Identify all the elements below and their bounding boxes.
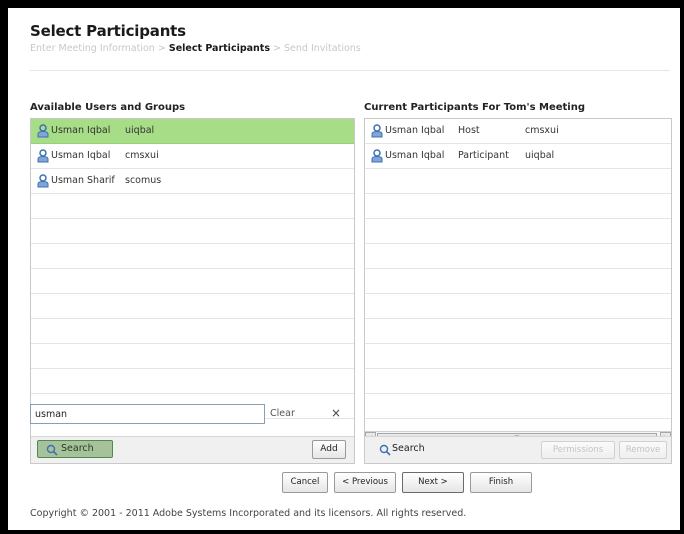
list-empty-row — [365, 169, 671, 194]
available-user-row[interactable]: Usman Iqbal uiqbal — [31, 119, 354, 144]
add-button[interactable]: Add — [312, 440, 346, 459]
user-name: Usman Iqbal — [51, 125, 111, 136]
user-icon — [37, 149, 49, 163]
clear-link[interactable]: Clear — [270, 408, 295, 419]
breadcrumb-step-send-invitations: Send Invitations — [284, 43, 361, 54]
list-empty-row — [365, 219, 671, 244]
next-button[interactable]: Next > — [402, 472, 464, 493]
list-empty-row — [365, 244, 671, 269]
available-users-title: Available Users and Groups — [30, 102, 186, 113]
list-empty-row — [365, 269, 671, 294]
previous-button[interactable]: < Previous — [334, 472, 396, 493]
user-icon — [37, 124, 49, 138]
search-button-label: Search — [61, 443, 94, 454]
list-empty-row — [31, 294, 354, 319]
finish-button[interactable]: Finish — [470, 472, 532, 493]
list-empty-row — [365, 394, 671, 419]
available-user-row[interactable]: Usman Sharif scomus — [31, 169, 354, 194]
participant-row[interactable]: Usman Iqbal Host cmsxui — [365, 119, 671, 144]
page-title: Select Participants — [30, 22, 186, 40]
title-divider — [30, 70, 670, 71]
list-empty-row — [365, 294, 671, 319]
current-participants-panel: Usman Iqbal Host cmsxui Usman Iqbal Part… — [364, 118, 672, 464]
breadcrumb-separator: > — [273, 43, 281, 54]
search-button-label: Search — [392, 443, 425, 454]
user-login: scomus — [125, 175, 162, 186]
participant-login: cmsxui — [525, 125, 559, 136]
participant-role: Participant — [458, 150, 509, 161]
list-empty-row — [31, 344, 354, 369]
permissions-button[interactable]: Permissions — [541, 441, 615, 459]
list-empty-row — [365, 369, 671, 394]
participant-name: Usman Iqbal — [385, 150, 445, 161]
search-icon — [46, 444, 58, 456]
available-panel-toolbar: Search Add — [31, 436, 354, 463]
user-login: uiqbal — [125, 125, 155, 136]
list-empty-row — [31, 194, 354, 219]
user-icon — [37, 174, 49, 188]
participants-panel-toolbar: Search Permissions Remove — [365, 436, 671, 463]
search-button[interactable]: Search — [379, 441, 449, 459]
list-empty-row — [31, 369, 354, 394]
breadcrumb-step-enter-info[interactable]: Enter Meeting Information — [30, 43, 155, 54]
list-empty-row — [365, 194, 671, 219]
list-empty-row — [31, 244, 354, 269]
participant-role: Host — [458, 125, 480, 136]
participant-row[interactable]: Usman Iqbal Participant uiqbal — [365, 144, 671, 169]
participant-name: Usman Iqbal — [385, 125, 445, 136]
close-icon[interactable]: × — [331, 406, 341, 420]
breadcrumb: Enter Meeting Information > Select Parti… — [30, 43, 361, 54]
breadcrumb-step-select-participants: Select Participants — [168, 43, 270, 54]
list-empty-row — [31, 319, 354, 344]
available-user-row[interactable]: Usman Iqbal cmsxui — [31, 144, 354, 169]
list-empty-row — [365, 344, 671, 369]
search-input[interactable] — [30, 404, 265, 424]
dialog-frame: Select Participants Enter Meeting Inform… — [8, 8, 680, 530]
list-empty-row — [31, 269, 354, 294]
copyright-text: Copyright © 2001 - 2011 Adobe Systems In… — [30, 508, 467, 519]
list-empty-row — [31, 219, 354, 244]
user-login: cmsxui — [125, 150, 159, 161]
user-icon — [371, 124, 383, 138]
search-icon — [379, 444, 391, 456]
cancel-button[interactable]: Cancel — [282, 472, 328, 493]
list-empty-row — [365, 319, 671, 344]
breadcrumb-separator: > — [157, 43, 166, 54]
search-button[interactable]: Search — [37, 440, 113, 458]
participant-login: uiqbal — [525, 150, 555, 161]
user-name: Usman Sharif — [51, 175, 115, 186]
current-participants-title: Current Participants For Tom's Meeting — [364, 102, 586, 113]
user-icon — [371, 149, 383, 163]
user-name: Usman Iqbal — [51, 150, 111, 161]
remove-button[interactable]: Remove — [619, 441, 667, 459]
